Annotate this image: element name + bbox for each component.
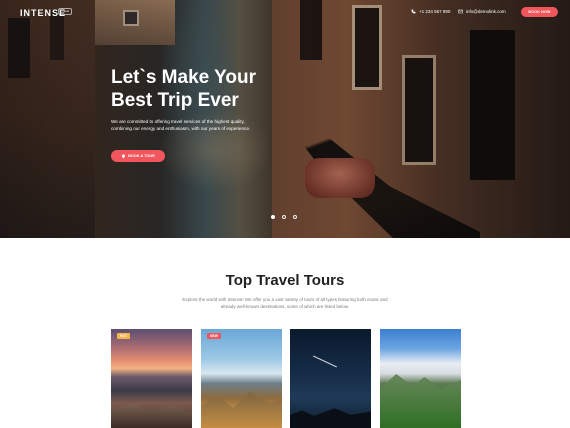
tour-image-mountain-valley	[380, 374, 461, 428]
tour-image-night-landscape	[290, 408, 371, 428]
hero-overlay	[0, 0, 570, 238]
slider-dot-3[interactable]	[293, 215, 297, 219]
email-icon	[458, 9, 463, 14]
hero-title: Let`s Make Your Best Trip Ever	[111, 66, 311, 112]
book-a-tour-button[interactable]: BOOK A TOUR	[111, 150, 165, 162]
hero-title-line-1: Let`s Make Your	[111, 67, 257, 88]
phone-icon	[411, 9, 416, 14]
section-title: Top Travel Tours	[225, 272, 345, 289]
top-navigation: INTENSE Travel +1 234 567 890 info@demol…	[0, 0, 570, 24]
email-address: info@demolink.com	[466, 9, 506, 14]
slider-dot-1[interactable]	[271, 215, 275, 219]
hero-description: We are committed to offering travel serv…	[111, 119, 251, 131]
tour-card-3[interactable]	[290, 329, 371, 428]
book-now-label: BOOK NOW	[528, 10, 551, 14]
tour-card-2[interactable]: NEW	[201, 329, 282, 428]
tour-image-coast	[111, 404, 192, 428]
hot-badge: HOT	[117, 333, 131, 339]
tour-card-1[interactable]: HOT	[111, 329, 192, 428]
section-description: Explore the world with Intense! We offer…	[182, 297, 388, 309]
tour-card-4[interactable]	[380, 329, 461, 428]
slider-dot-2[interactable]	[282, 215, 286, 219]
book-a-tour-label: BOOK A TOUR	[128, 154, 155, 158]
tour-image-hills	[201, 392, 282, 428]
slider-pagination	[271, 215, 297, 219]
location-pin-icon	[122, 154, 126, 158]
hero-slider: INTENSE Travel +1 234 567 890 info@demol…	[0, 0, 570, 238]
phone-number: +1 234 567 890	[419, 9, 451, 14]
tour-image-shooting-star	[313, 355, 337, 368]
new-badge: NEW	[207, 333, 221, 339]
logo-badge: Travel	[58, 8, 72, 15]
hero-title-line-2: Best Trip Ever	[111, 90, 239, 111]
email-contact[interactable]: info@demolink.com	[458, 9, 506, 14]
book-now-button[interactable]: BOOK NOW	[521, 7, 558, 17]
phone-contact[interactable]: +1 234 567 890	[411, 9, 450, 14]
